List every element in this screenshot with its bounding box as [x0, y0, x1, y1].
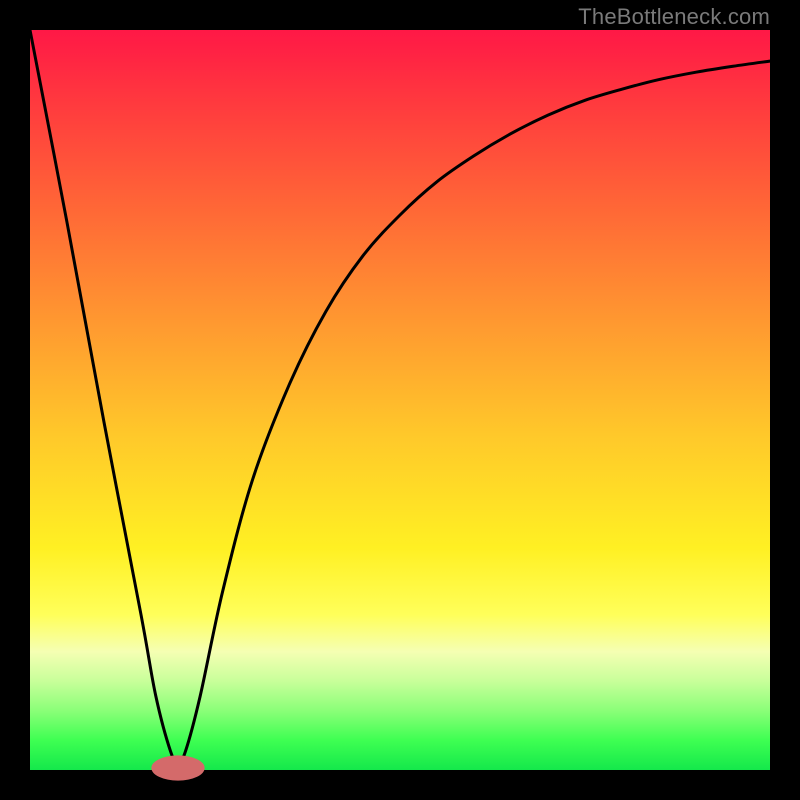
bottleneck-curve-svg: [30, 30, 770, 770]
bottleneck-curve-path: [30, 30, 770, 763]
chart-frame: TheBottleneck.com: [0, 0, 800, 800]
watermark-text: TheBottleneck.com: [578, 4, 770, 30]
valley-marker: [151, 755, 204, 780]
plot-area: [30, 30, 770, 770]
